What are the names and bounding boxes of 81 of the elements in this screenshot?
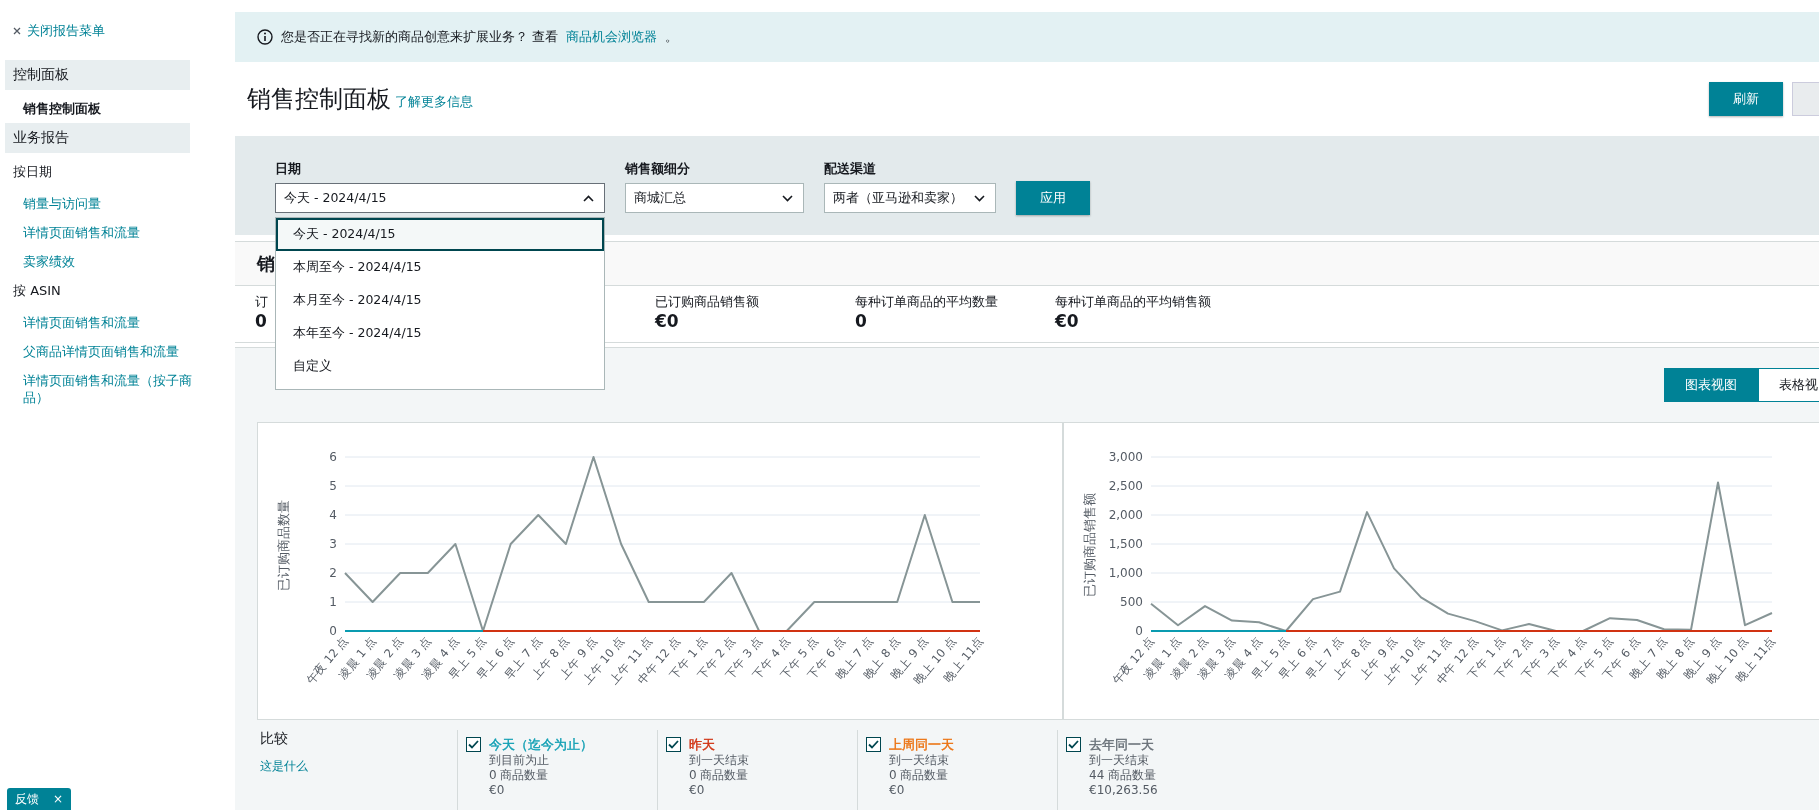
y-tick-label: 0 (329, 624, 337, 638)
menu-option[interactable]: 今天 - 2024/4/15 (276, 218, 604, 251)
y-tick-label: 5 (329, 479, 337, 493)
metric-value: €0 (655, 311, 679, 331)
sidebar-link[interactable]: 卖家绩效 (5, 247, 195, 276)
y-tick-label: 500 (1120, 595, 1143, 609)
close-menu-link[interactable]: 关闭报告菜单 (5, 22, 212, 60)
amount-text: €10,263.56 (1089, 783, 1158, 798)
sidebar-link[interactable]: 详情页面销售和流量（按子商品） (5, 366, 195, 412)
count-text: 0 商品数量 (489, 768, 550, 783)
banner-text: 您是否正在寻找新的商品创意来扩展业务？ 查看 (281, 28, 559, 47)
sidebar-link[interactable]: 销量与访问量 (5, 189, 195, 218)
learn-more-link[interactable]: 了解更多信息 (395, 93, 473, 112)
filter-label: 配送渠道 (824, 160, 877, 178)
feedback-tab[interactable]: 反馈 × (7, 788, 72, 810)
refresh-button[interactable]: 刷新 (1709, 82, 1783, 117)
apply-button[interactable]: 应用 (1016, 181, 1090, 215)
y-tick-label: 2,000 (1108, 508, 1143, 522)
checkbox[interactable] (666, 737, 681, 752)
y-tick-label: 1,000 (1108, 566, 1143, 580)
close-icon (13, 27, 21, 35)
metric-value: €0 (1055, 311, 1079, 331)
period-text: 到一天结束 (689, 753, 749, 768)
metric-value: 0 (255, 311, 267, 331)
checkbox[interactable] (866, 737, 881, 752)
page-title: 销售控制面板 (247, 84, 391, 116)
y-tick-label: 4 (329, 508, 337, 522)
checkbox[interactable] (466, 737, 481, 752)
view-tab[interactable]: 图表视图 (1664, 368, 1758, 402)
count-text: 44 商品数量 (1089, 768, 1158, 783)
filter-dropdown[interactable]: 今天 - 2024/4/15 (275, 183, 605, 213)
sidebar-link[interactable]: 父商品详情页面销售和流量 (5, 337, 195, 366)
chevron-up-icon (583, 194, 594, 202)
count-text: 0 商品数量 (689, 768, 749, 783)
sidebar-item[interactable]: 销售控制面板 (5, 94, 195, 123)
sidebar-group-label: 按日期 (12, 163, 53, 181)
banner-period: 。 (665, 28, 679, 47)
y-tick-label: 1 (329, 595, 337, 609)
filter-label: 销售额细分 (625, 160, 691, 178)
chevron-down-icon (974, 194, 985, 202)
metric-label: 每种订单商品的平均数量 (855, 294, 998, 311)
info-icon (257, 29, 273, 46)
y-axis-title: 已订购商品数量 (276, 499, 291, 591)
y-tick-label: 0 (1135, 624, 1143, 638)
snapshot-title: 销 (257, 251, 275, 276)
y-tick-label: 6 (329, 450, 337, 464)
count-text: 0 商品数量 (889, 768, 950, 783)
metric-label: 订 (255, 294, 268, 311)
amount-text: €0 (889, 783, 906, 798)
compare-title: 比较 (260, 730, 289, 748)
y-tick-label: 2,500 (1108, 479, 1143, 493)
whats-this-link[interactable]: 这是什么 (260, 758, 457, 775)
period-text: 到一天结束 (889, 753, 950, 768)
checkbox[interactable] (1066, 737, 1081, 752)
amount-text: €0 (689, 783, 706, 798)
sidebar-group-label: 按 ASIN (12, 282, 62, 300)
sidebar-section-header: 业务报告 (5, 123, 190, 153)
sidebar-link[interactable]: 详情页面销售和流量 (5, 218, 195, 247)
y-tick-label: 2 (329, 566, 337, 580)
filter-dropdown[interactable]: 两者（亚马逊和卖家） (824, 183, 996, 213)
series-label: 今天（迄今为止） (489, 736, 593, 753)
y-axis-title: 已订购商品销售额 (1082, 493, 1097, 597)
y-tick-label: 3,000 (1108, 450, 1143, 464)
metric-label: 已订购商品销售额 (655, 294, 759, 311)
series-label: 昨天 (689, 736, 716, 753)
opportunity-explorer-link[interactable]: 商品机会浏览器 (566, 28, 658, 47)
y-tick-label: 1,500 (1108, 537, 1143, 551)
metric-value: 0 (855, 311, 867, 331)
chevron-down-icon (782, 194, 793, 202)
series-label: 上周同一天 (889, 736, 954, 753)
metric-label: 每种订单商品的平均销售额 (1055, 294, 1211, 311)
filter-dropdown[interactable]: 商城汇总 (625, 183, 804, 213)
amount-text: €0 (489, 783, 506, 798)
sidebar-section-header: 控制面板 (5, 60, 190, 90)
period-text: 到一天结束 (1089, 753, 1150, 768)
y-tick-label: 3 (329, 537, 337, 551)
view-tab[interactable]: 表格视 (1758, 368, 1819, 402)
filter-label: 日期 (275, 160, 302, 178)
series-label: 去年同一天 (1089, 736, 1155, 753)
sidebar-link[interactable]: 详情页面销售和流量 (5, 308, 195, 337)
period-text: 到目前为止 (489, 753, 550, 768)
